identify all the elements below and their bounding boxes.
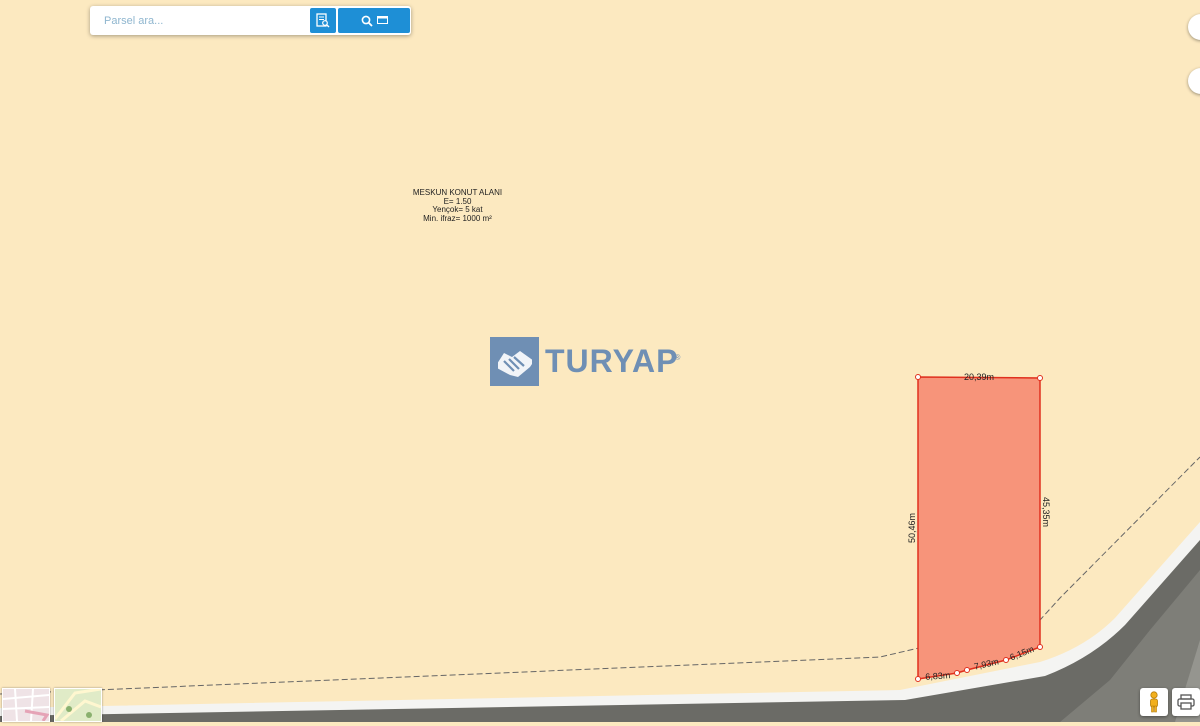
measure-bottom-1: 6,83m — [925, 670, 951, 682]
print-button[interactable] — [1172, 688, 1200, 716]
vertex — [954, 670, 960, 676]
window-icon — [376, 16, 388, 24]
search-icon — [361, 15, 373, 27]
vertex — [1003, 657, 1009, 663]
search-button[interactable] — [338, 8, 410, 33]
registered-mark: ® — [674, 352, 681, 362]
document-search-button[interactable] — [310, 8, 336, 33]
parcel-search-input[interactable] — [98, 9, 316, 33]
measure-top: 20,39m — [964, 372, 994, 382]
pegman-icon — [1150, 691, 1158, 713]
measure-left: 50,46m — [907, 513, 917, 543]
turyap-logo: TURYAP ® — [490, 336, 681, 386]
vertex — [1037, 375, 1043, 381]
zone-min-parcel: Min. ifraz= 1000 m² — [423, 213, 492, 223]
search-bar — [90, 6, 411, 35]
parcel-polygon[interactable] — [917, 376, 1041, 680]
printer-icon — [1177, 694, 1195, 710]
logo-text: TURYAP — [545, 342, 679, 379]
layer-thumbnail-map[interactable] — [2, 688, 50, 722]
zone-label: MESKUN KONUT ALANI E= 1.50 Yençok= 5 kat… — [395, 188, 520, 223]
measure-right: 45,35m — [1041, 497, 1051, 527]
vertex — [915, 374, 921, 380]
document-search-icon — [316, 13, 330, 28]
handshake-icon — [490, 336, 539, 386]
layer-thumbnail-satellite[interactable] — [53, 687, 102, 723]
vertex — [964, 667, 970, 673]
street-view-button[interactable] — [1140, 688, 1168, 716]
vertex — [915, 676, 921, 682]
vertex — [1037, 644, 1043, 650]
